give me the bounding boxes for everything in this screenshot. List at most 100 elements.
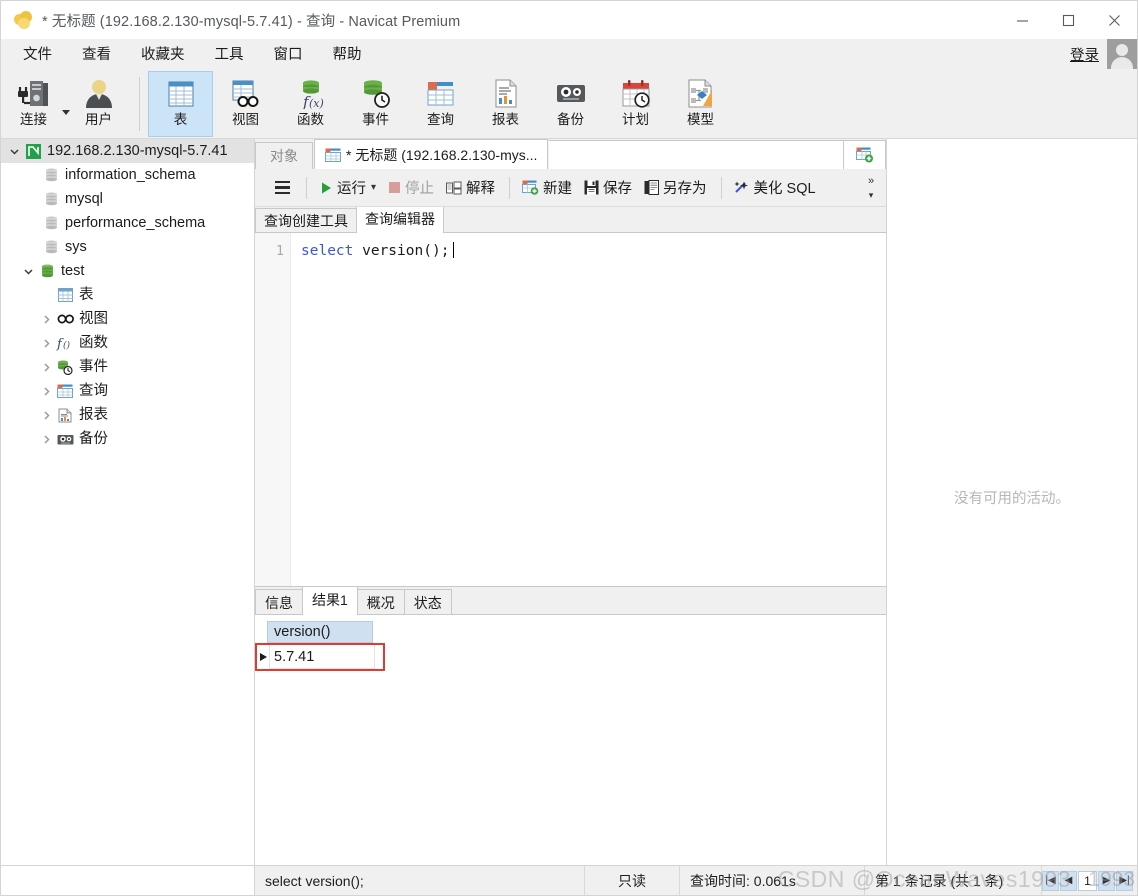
chevron-down-icon[interactable]: ▾	[371, 182, 376, 193]
tree-node-database[interactable]: sys	[1, 235, 254, 259]
save-as-icon	[644, 180, 660, 195]
new-button[interactable]: 新建	[517, 174, 577, 202]
chevron-right-icon[interactable]	[37, 434, 55, 445]
sql-keyword: select	[301, 243, 354, 259]
tree-node-database[interactable]: performance_schema	[1, 211, 254, 235]
tab-label: 状态	[413, 595, 442, 611]
table-row[interactable]: 5.7.41	[255, 643, 385, 671]
tree-node-database[interactable]: information_schema	[1, 163, 254, 187]
maximize-icon[interactable]	[1045, 1, 1091, 39]
tab-objects[interactable]: 对象	[255, 142, 313, 169]
menu-tools[interactable]: 工具	[203, 40, 256, 67]
function-icon: f()	[55, 336, 75, 351]
save-button[interactable]: 保存	[579, 174, 637, 202]
avatar[interactable]	[1107, 39, 1137, 69]
toolbar-function[interactable]: f (x) 函数	[278, 71, 343, 137]
tree-node-connection[interactable]: 192.168.2.130-mysql-5.7.41	[1, 139, 254, 163]
run-button[interactable]: 运行 ▾	[314, 174, 381, 202]
tab-label: 概况	[366, 595, 395, 611]
tree-node-label: 事件	[79, 358, 108, 375]
chevron-down-icon[interactable]	[5, 146, 23, 157]
prev-record-button[interactable]: ◀	[1060, 870, 1077, 891]
tree-node-queries[interactable]: 查询	[1, 379, 254, 403]
menu-window[interactable]: 窗口	[262, 40, 315, 67]
hamburger-menu-icon[interactable]	[269, 175, 295, 201]
menu-favorites[interactable]: 收藏夹	[129, 40, 197, 67]
toolbar-overflow-button[interactable]: » ▾	[860, 169, 882, 207]
toolbar-schedule[interactable]: 计划	[603, 71, 668, 137]
chevron-down-icon[interactable]	[19, 266, 37, 277]
sql-rest: version();	[353, 243, 450, 259]
tree-node-reports[interactable]: 报表	[1, 403, 254, 427]
chevron-right-icon[interactable]	[37, 314, 55, 325]
explain-button[interactable]: 解释	[441, 174, 500, 202]
close-icon[interactable]	[1091, 1, 1137, 39]
chevron-right-icon[interactable]	[37, 338, 55, 349]
chevron-right-icon[interactable]	[37, 410, 55, 421]
status-left-spacer	[1, 866, 255, 895]
run-icon	[319, 181, 333, 195]
toolbar-user[interactable]: 用户	[66, 71, 131, 137]
toolbar-backup[interactable]: 备份	[538, 71, 603, 137]
current-record-input[interactable]: 1	[1078, 870, 1097, 891]
model-icon	[681, 77, 721, 111]
object-tabs: 对象 * 无标题 (192.168.2.130-mys...	[255, 139, 886, 169]
menu-view[interactable]: 查看	[70, 40, 123, 67]
tree-node-label: 备份	[79, 430, 108, 447]
tree-node-events[interactable]: 事件	[1, 355, 254, 379]
tree-node-backups[interactable]: 备份	[1, 427, 254, 451]
sql-code[interactable]: select version();	[291, 233, 886, 586]
tab-label: 查询创建工具	[264, 213, 348, 229]
tree-node-database-test[interactable]: test	[1, 259, 254, 283]
tree-node-label: 视图	[79, 310, 108, 327]
tab-info[interactable]: 信息	[255, 589, 303, 614]
menu-file[interactable]: 文件	[11, 40, 64, 67]
window-title: * 无标题 (192.168.2.130-mysql-5.7.41) - 查询 …	[42, 13, 461, 30]
new-query-tab-icon[interactable]	[844, 140, 886, 169]
tab-result-1[interactable]: 结果1	[302, 586, 358, 615]
toolbar-view[interactable]: 视图	[213, 71, 278, 137]
row-marker-icon	[257, 645, 269, 669]
view-icon	[226, 77, 266, 111]
new-icon	[522, 180, 539, 195]
tab-query-editor[interactable]: 查询编辑器	[356, 206, 444, 233]
tab-query-untitled[interactable]: * 无标题 (192.168.2.130-mys...	[314, 139, 549, 169]
database-grey-icon	[41, 216, 61, 231]
tree-node-database[interactable]: mysql	[1, 187, 254, 211]
toolbar-model[interactable]: 模型	[668, 71, 733, 137]
menu-help[interactable]: 帮助	[321, 40, 374, 67]
sql-editor[interactable]: 1 select version();	[255, 233, 886, 587]
save-as-button[interactable]: 另存为	[639, 174, 712, 202]
explain-icon	[446, 181, 462, 195]
toolbar-event[interactable]: 事件	[343, 71, 408, 137]
chevron-right-icon[interactable]	[37, 386, 55, 397]
stop-button[interactable]: 停止	[383, 174, 439, 202]
login-link[interactable]: 登录	[1070, 44, 1099, 65]
tab-status[interactable]: 状态	[403, 589, 452, 614]
minimize-icon[interactable]	[999, 1, 1045, 39]
tree-node-functions[interactable]: f() 函数	[1, 331, 254, 355]
status-bar: select version(); 只读 查询时间: 0.061s 第 1 条记…	[1, 865, 1137, 895]
tree-node-tables[interactable]: 表	[1, 283, 254, 307]
chevron-down-icon[interactable]: ▾	[869, 190, 874, 201]
tab-query-builder[interactable]: 查询创建工具	[255, 208, 357, 232]
toolbar-connection[interactable]: 连接	[1, 71, 70, 137]
toolbar-table[interactable]: 表	[148, 71, 213, 137]
navicat-logo-icon	[13, 10, 33, 30]
tree-node-views[interactable]: 视图	[1, 307, 254, 331]
text-caret	[453, 242, 455, 258]
status-record-info: 第 1 条记录 (共 1 条)	[865, 866, 1042, 895]
toolbar-report[interactable]: 报表	[473, 71, 538, 137]
first-record-button[interactable]: |◀	[1042, 870, 1059, 891]
grid-column-header[interactable]: version()	[267, 621, 373, 643]
tree-node-label: 报表	[79, 406, 108, 423]
chevron-right-icon[interactable]	[37, 362, 55, 373]
toolbar-query[interactable]: 查询	[408, 71, 473, 137]
beautify-sql-button[interactable]: 美化 SQL	[729, 174, 821, 202]
next-record-button[interactable]: ▶	[1098, 870, 1115, 891]
last-record-button[interactable]: ▶|	[1116, 870, 1133, 891]
backup-icon	[55, 433, 75, 446]
tab-profile[interactable]: 概况	[356, 589, 405, 614]
tree-node-label: sys	[65, 238, 87, 255]
grid-cell[interactable]: 5.7.41	[269, 645, 375, 669]
